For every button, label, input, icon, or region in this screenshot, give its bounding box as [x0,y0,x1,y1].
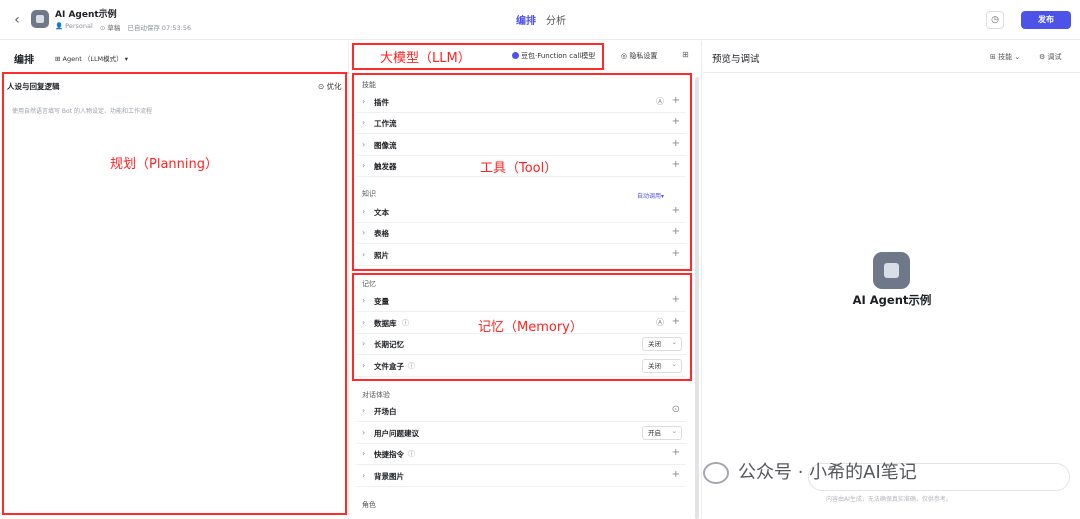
knowledge-title: 知识 [362,190,376,198]
info-icon: ⓘ [402,319,409,327]
list-item[interactable]: › 文件盒子 ⓘ 关闭 [356,356,686,377]
add-icon[interactable]: + [672,294,680,305]
preview-title: 预览与调试 [712,54,760,65]
auto-call-selector[interactable]: 自动调用▾ [637,191,664,200]
chevron-right-icon: › [362,471,366,480]
tab-analysis[interactable]: 分析 [546,12,566,27]
add-icon[interactable]: + [672,447,680,458]
list-item[interactable]: › 表格 + [356,223,686,244]
list-item[interactable]: › 用户问题建议 开启 [356,423,686,444]
planning-highlight [2,72,347,515]
list-item[interactable]: › 照片 + [356,245,686,266]
list-item[interactable]: › 长期记忆 关闭 [356,334,686,355]
list-item[interactable]: › 变量 + [356,291,686,312]
scrollbar[interactable] [695,77,699,519]
chevron-right-icon: › [362,406,366,415]
chevron-right-icon: › [362,228,366,237]
add-icon[interactable]: + [672,226,680,237]
planning-annotation: 规划（Planning） [110,157,218,172]
chevron-right-icon: › [362,296,366,305]
list-item[interactable]: › 工作流 + [356,113,686,134]
add-icon[interactable]: + [672,138,680,149]
chevron-right-icon: › [362,361,366,370]
edit-icon[interactable]: ✎ [101,7,108,16]
autosave-label: 已自动保存 07:53:56 [127,24,192,32]
top-bar: ‹ AI Agent示例 ✎ 👤 Personal ⊙ 草稿 已自动保存 07:… [0,0,1080,40]
add-icon[interactable]: + [672,469,680,480]
publish-button[interactable]: 发布 [1021,11,1071,29]
list-item[interactable]: › 快捷指令 ⓘ + [356,444,686,465]
list-item[interactable]: › 插件 Ⓐ + [356,92,686,113]
auto-icon: Ⓐ [656,318,664,327]
llm-annotation: 大模型（LLM） [380,51,471,66]
auto-icon[interactable]: ⊙ [672,404,680,415]
disclaimer: 内容由AI生成，无法确保真实准确，仅供参考。 [826,496,952,503]
prompt-input[interactable]: 使用自然语言填写 Bot 的人物设定、功能和工作流程 [12,106,152,115]
bot-name: AI Agent示例 [852,293,932,307]
memory-title: 记忆 [362,280,376,288]
chevron-right-icon: › [362,161,366,170]
chevron-right-icon: › [362,318,366,327]
memory-annotation: 记忆（Memory） [478,320,583,335]
suggestion-select[interactable]: 开启 [642,425,682,440]
add-icon[interactable]: + [672,248,680,259]
long-memory-select[interactable]: 关闭 [642,336,682,351]
chevron-right-icon: › [362,207,366,216]
layout-icon[interactable]: ⊞ [682,50,689,59]
chevron-right-icon: › [362,449,366,458]
tab-arrange[interactable]: 编排 [516,12,536,27]
info-icon: ⓘ [408,362,415,370]
chevron-right-icon: › [362,118,366,127]
prompt-title: 人设与回复逻辑 [7,82,60,91]
watermark: 公众号 · 小希的AI笔记 [738,462,917,483]
model-selector[interactable]: 豆包·Function call模型 [512,51,595,61]
skills-title: 技能 [362,81,376,89]
divider [703,72,1080,73]
chevron-right-icon: › [362,140,366,149]
status-label: ⊙ 草稿 [99,24,121,32]
list-item[interactable]: › 背景图片 + [356,466,686,487]
add-icon[interactable]: + [672,95,680,106]
model-icon [512,52,519,59]
bot-avatar [873,252,910,289]
debug-button[interactable]: ⚙ 调试 [1039,52,1062,62]
add-icon[interactable]: + [672,316,680,327]
add-icon[interactable]: + [672,116,680,127]
chevron-right-icon: › [362,428,366,437]
role-title: 角色 [362,501,376,509]
privacy-settings[interactable]: ◎ 隐私设置 [621,51,657,61]
workspace-label: 👤 Personal [55,22,93,30]
info-icon: ⓘ [408,450,415,458]
chevron-right-icon: › [362,97,366,106]
panel-title: 编排 [14,55,34,66]
main-tabs: 编排 分析 [516,12,566,27]
meta-info: 👤 Personal ⊙ 草稿 已自动保存 07:53:56 [55,22,191,32]
chevron-right-icon: › [362,339,366,348]
tool-annotation: 工具（Tool） [480,161,558,176]
auto-icon: Ⓐ [656,97,664,106]
dialog-title: 对话体验 [362,391,390,399]
add-icon[interactable]: + [672,205,680,216]
list-item[interactable]: › 图像流 + [356,135,686,156]
wechat-icon [703,462,729,484]
app-icon [31,10,49,28]
mode-selector[interactable]: ⊞ Agent （LLM模式） ▾ [55,53,128,63]
chevron-right-icon: › [362,250,366,259]
optimize-button[interactable]: ⊙ 优化 [318,81,342,92]
add-icon[interactable]: + [672,159,680,170]
skill-toggle[interactable]: ⊞ 技能 ⌄ [990,52,1020,62]
filebox-select[interactable]: 关闭 [642,358,682,373]
list-item[interactable]: › 开场白 ⊙ [356,401,686,422]
history-icon[interactable]: ◷ [986,11,1004,29]
list-item[interactable]: › 文本 + [356,202,686,223]
back-icon[interactable]: ‹ [8,11,26,29]
